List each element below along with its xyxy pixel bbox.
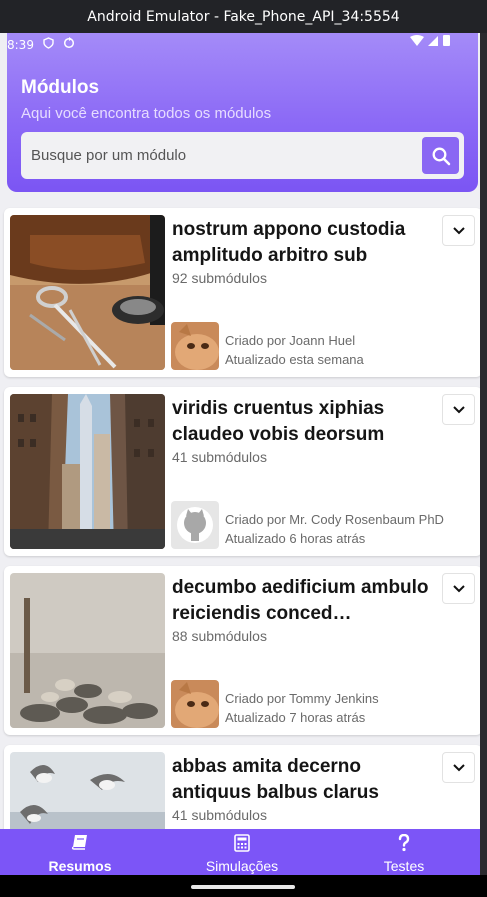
chevron-down-icon <box>452 226 465 234</box>
window-title: Android Emulator - Fake_Phone_API_34:555… <box>87 8 400 25</box>
page-subtitle: Aqui você encontra todos os módulos <box>21 105 272 122</box>
module-title: nostrum appono custodia amplitudo arbitr… <box>172 219 406 266</box>
book-icon <box>71 835 87 850</box>
module-thumbnail <box>10 215 165 370</box>
status-bar: 8:39 <box>7 35 478 53</box>
author-avatar <box>171 501 219 549</box>
expand-button[interactable] <box>442 215 475 246</box>
nav-item-simulacoes[interactable]: Simulações <box>162 829 322 875</box>
expand-button[interactable] <box>442 752 475 783</box>
expand-button[interactable] <box>442 573 475 604</box>
calculator-icon <box>234 834 250 852</box>
module-card[interactable]: nostrum appono custodia amplitudo arbitr… <box>4 208 482 377</box>
author-name: Criado por Joann Huel <box>225 333 356 348</box>
home-gesture-handle[interactable] <box>191 885 295 889</box>
author-info: Criado por Mr. Cody Rosenbaum PhD Atuali… <box>225 510 444 548</box>
chevron-down-icon <box>452 763 465 771</box>
updated-text: Atualizado esta semana <box>225 352 364 367</box>
module-thumbnail <box>10 394 165 549</box>
module-title: viridis cruentus xiphias claudeo vobis d… <box>172 398 385 445</box>
search-icon <box>432 147 450 165</box>
search-button[interactable] <box>422 137 459 174</box>
sync-status-icon <box>63 37 75 52</box>
author-name: Criado por Tommy Jenkins <box>225 691 379 706</box>
page-title: Módulos <box>21 77 100 98</box>
screen-edge <box>480 33 487 875</box>
nav-label: Testes <box>383 858 425 874</box>
module-card[interactable]: decumbo aedificium ambulo reiciendis con… <box>4 566 482 735</box>
emulator-title-bar: Android Emulator - Fake_Phone_API_34:555… <box>0 0 487 33</box>
nav-label: Resumos <box>48 858 112 874</box>
module-title: abbas amita decerno antiquus balbus clar… <box>172 756 379 803</box>
updated-text: Atualizado 6 horas atrás <box>225 531 366 546</box>
author-name: Criado por Mr. Cody Rosenbaum PhD <box>225 512 444 527</box>
submodule-count: 88 submódulos <box>172 628 267 644</box>
author-avatar <box>171 322 219 370</box>
submodule-count: 41 submódulos <box>172 449 267 465</box>
chevron-down-icon <box>452 405 465 413</box>
updated-text: Atualizado 7 horas atrás <box>225 710 366 725</box>
search-bar <box>21 132 464 179</box>
system-navigation-bar <box>0 875 487 897</box>
chevron-down-icon <box>452 584 465 592</box>
author-info: Criado por Tommy Jenkins Atualizado 7 ho… <box>225 689 379 727</box>
phone-screen: 8:39 Módulos Aqui você encontra todos os… <box>0 33 487 875</box>
author-avatar <box>171 680 219 728</box>
submodule-count: 41 submódulos <box>172 807 267 823</box>
module-card[interactable]: viridis cruentus xiphias claudeo vobis d… <box>4 387 482 556</box>
submodule-count: 92 submódulos <box>172 270 267 286</box>
wifi-signal-battery-icon <box>410 35 458 52</box>
module-title: decumbo aedificium ambulo reiciendis con… <box>172 577 429 624</box>
bottom-navigation: Resumos Simulações Testes <box>0 829 480 875</box>
shield-status-icon <box>43 37 54 52</box>
search-input[interactable] <box>21 132 416 179</box>
question-icon <box>398 834 410 852</box>
expand-button[interactable] <box>442 394 475 425</box>
module-thumbnail <box>10 573 165 728</box>
nav-label: Simulações <box>205 858 279 874</box>
modules-header: 8:39 Módulos Aqui você encontra todos os… <box>7 33 478 192</box>
nav-item-testes[interactable]: Testes <box>324 829 484 875</box>
nav-item-resumos[interactable]: Resumos <box>0 829 160 875</box>
status-time: 8:39 <box>7 38 34 52</box>
author-info: Criado por Joann Huel Atualizado esta se… <box>225 331 364 369</box>
